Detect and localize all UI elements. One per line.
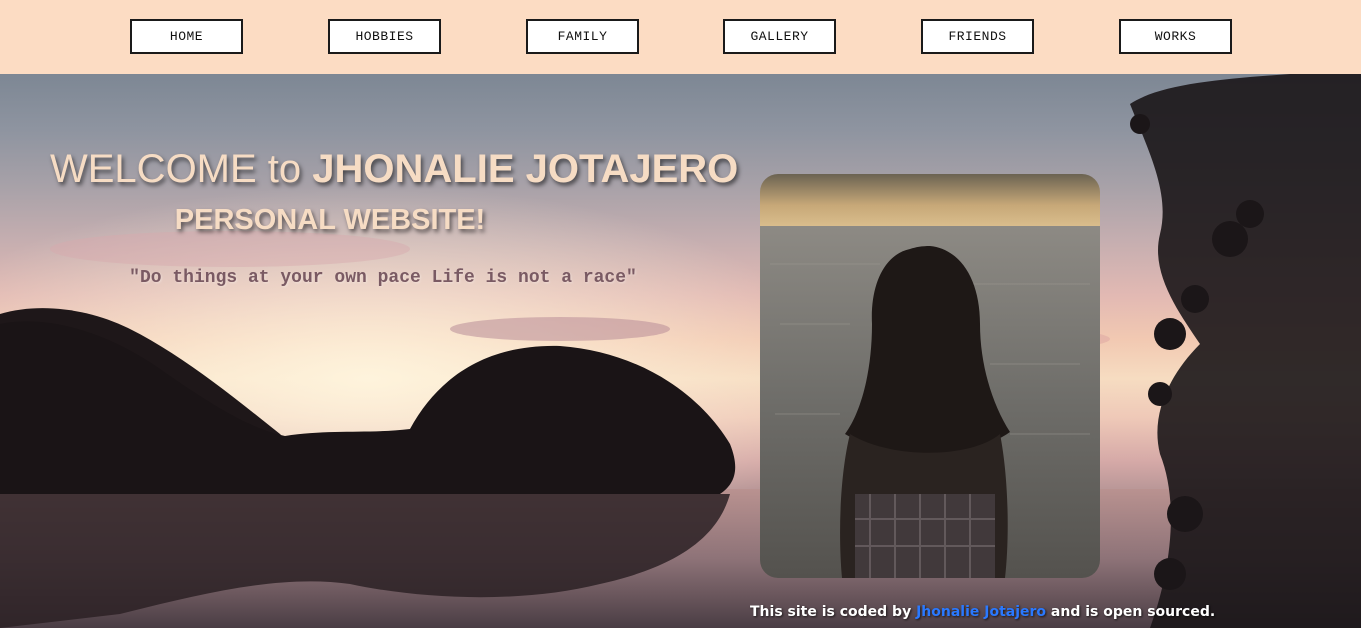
personal-website-subtitle: PERSONAL WEBSITE! xyxy=(174,204,486,236)
nav-home-button[interactable]: HOME xyxy=(130,19,243,54)
welcome-name: JHONALIE JOTAJERO xyxy=(312,147,739,191)
nav-hobbies-button[interactable]: HOBBIES xyxy=(328,19,441,54)
girl-at-sea-image xyxy=(760,174,1100,578)
welcome-heading: WELCOME to JHONALIE JOTAJERO xyxy=(50,147,750,192)
profile-photo xyxy=(760,174,1100,578)
hero-section: WELCOME to JHONALIE JOTAJERO PERSONAL WE… xyxy=(0,74,1361,628)
quote-text: "Do things at your own pace Life is not … xyxy=(129,268,637,288)
footer-credit-suffix: and is open sourced. xyxy=(1050,604,1216,620)
nav-family-button[interactable]: FAMILY xyxy=(526,19,639,54)
footer-credit: This site is coded by Jhonalie Jotajero … xyxy=(750,604,1215,620)
nav-works-button[interactable]: WORKS xyxy=(1119,19,1232,54)
nav-gallery-button[interactable]: GALLERY xyxy=(723,19,836,54)
footer-credit-prefix: This site is coded by xyxy=(750,604,912,620)
top-navbar: HOME HOBBIES FAMILY GALLERY FRIENDS WORK… xyxy=(0,0,1361,74)
welcome-prefix: WELCOME to xyxy=(50,147,302,191)
nav-friends-button[interactable]: FRIENDS xyxy=(921,19,1034,54)
author-link[interactable]: Jhonalie Jotajero xyxy=(916,604,1046,620)
